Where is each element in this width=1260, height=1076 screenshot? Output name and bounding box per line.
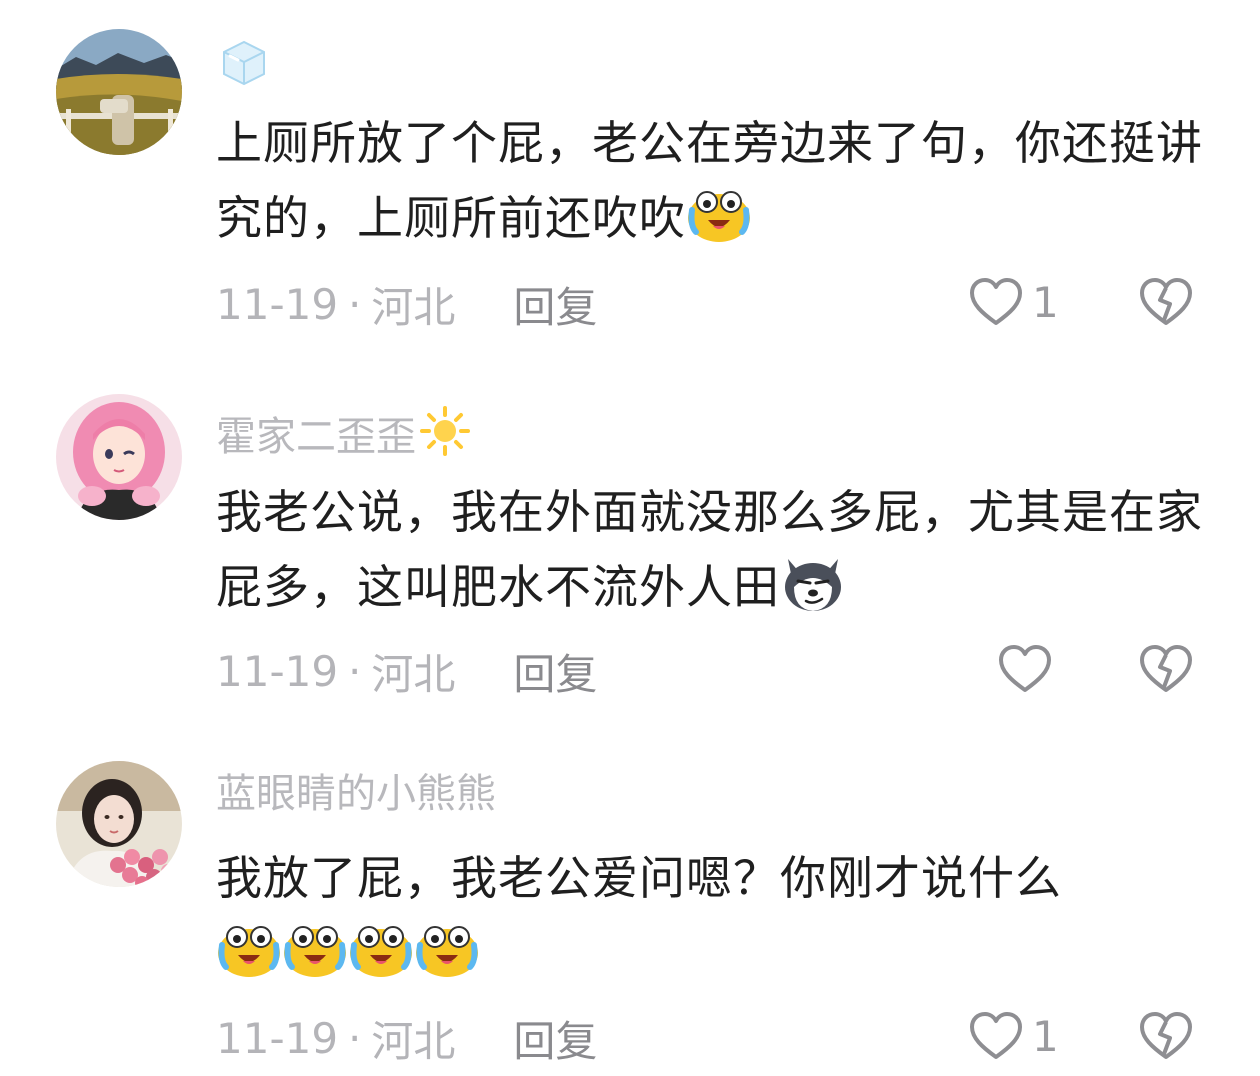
comment-date: 11-19	[216, 279, 339, 329]
like-button[interactable]	[997, 639, 1061, 699]
heart-icon	[997, 643, 1053, 695]
username[interactable]: 蓝眼睛的小熊熊	[216, 770, 496, 818]
comment-meta: 11-19 · 河北 回复	[216, 641, 597, 701]
comment-date: 11-19	[216, 646, 339, 696]
sun-icon	[418, 404, 472, 469]
comment-text: 上厕所放了个屁，老公在旁边来了句，你还挺讲究的，上厕所前还吹吹	[216, 106, 1216, 255]
reply-button[interactable]: 回复	[513, 641, 597, 702]
heart-icon	[968, 276, 1024, 328]
comment-location: 河北	[371, 282, 456, 332]
comment-text: 我老公说，我在外面就没那么多屁，尤其是在家屁多，这叫肥水不流外人田	[216, 475, 1216, 624]
reply-button[interactable]: 回复	[513, 274, 597, 335]
comment-text-body: 我老公说，我在外面就没那么多屁，尤其是在家屁多，这叫肥水不流外人田	[216, 485, 1203, 614]
like-button[interactable]: 1	[968, 1006, 1059, 1066]
broken-heart-icon	[1138, 1010, 1194, 1062]
cry-laugh-emoji	[282, 915, 348, 981]
avatar[interactable]	[56, 394, 182, 520]
username-text: 霍家二歪歪	[216, 413, 416, 460]
meta-separator: ·	[348, 646, 362, 696]
comment-text: 我放了屁，我老公爱问嗯？你刚才说什么	[216, 841, 1216, 990]
cry-laugh-emoji	[348, 915, 414, 981]
comment-meta: 11-19 · 河北 回复	[216, 1008, 597, 1068]
comment-text-body: 我放了屁，我老公爱问嗯？你刚才说什么	[216, 851, 1062, 905]
comment-meta: 11-19 · 河北 回复	[216, 274, 597, 334]
avatar[interactable]	[56, 29, 182, 155]
ice-cube-icon	[218, 38, 270, 97]
broken-heart-icon	[1138, 643, 1194, 695]
smirk-husky-emoji	[780, 549, 846, 615]
cry-laugh-emoji	[414, 915, 480, 981]
heart-icon	[968, 1010, 1024, 1062]
like-count: 1	[1032, 1011, 1059, 1061]
broken-heart-icon	[1138, 276, 1194, 328]
like-button[interactable]: 1	[968, 272, 1059, 332]
username-text: 蓝眼睛的小熊熊	[216, 771, 496, 817]
reply-button[interactable]: 回复	[513, 1008, 597, 1069]
meta-separator: ·	[348, 279, 362, 329]
dislike-button[interactable]	[1138, 276, 1194, 328]
dislike-button[interactable]	[1138, 643, 1194, 695]
comment-date: 11-19	[216, 1013, 339, 1063]
like-count: 1	[1032, 277, 1059, 327]
username[interactable]	[216, 38, 270, 97]
dislike-button[interactable]	[1138, 1010, 1194, 1062]
username[interactable]: 霍家二歪歪	[216, 404, 472, 469]
avatar[interactable]	[56, 761, 182, 887]
cry-laugh-emoji	[686, 180, 752, 246]
meta-separator: ·	[348, 1013, 362, 1063]
comment-location: 河北	[371, 1016, 456, 1066]
cry-laugh-emoji	[216, 915, 282, 981]
comment-location: 河北	[371, 649, 456, 699]
